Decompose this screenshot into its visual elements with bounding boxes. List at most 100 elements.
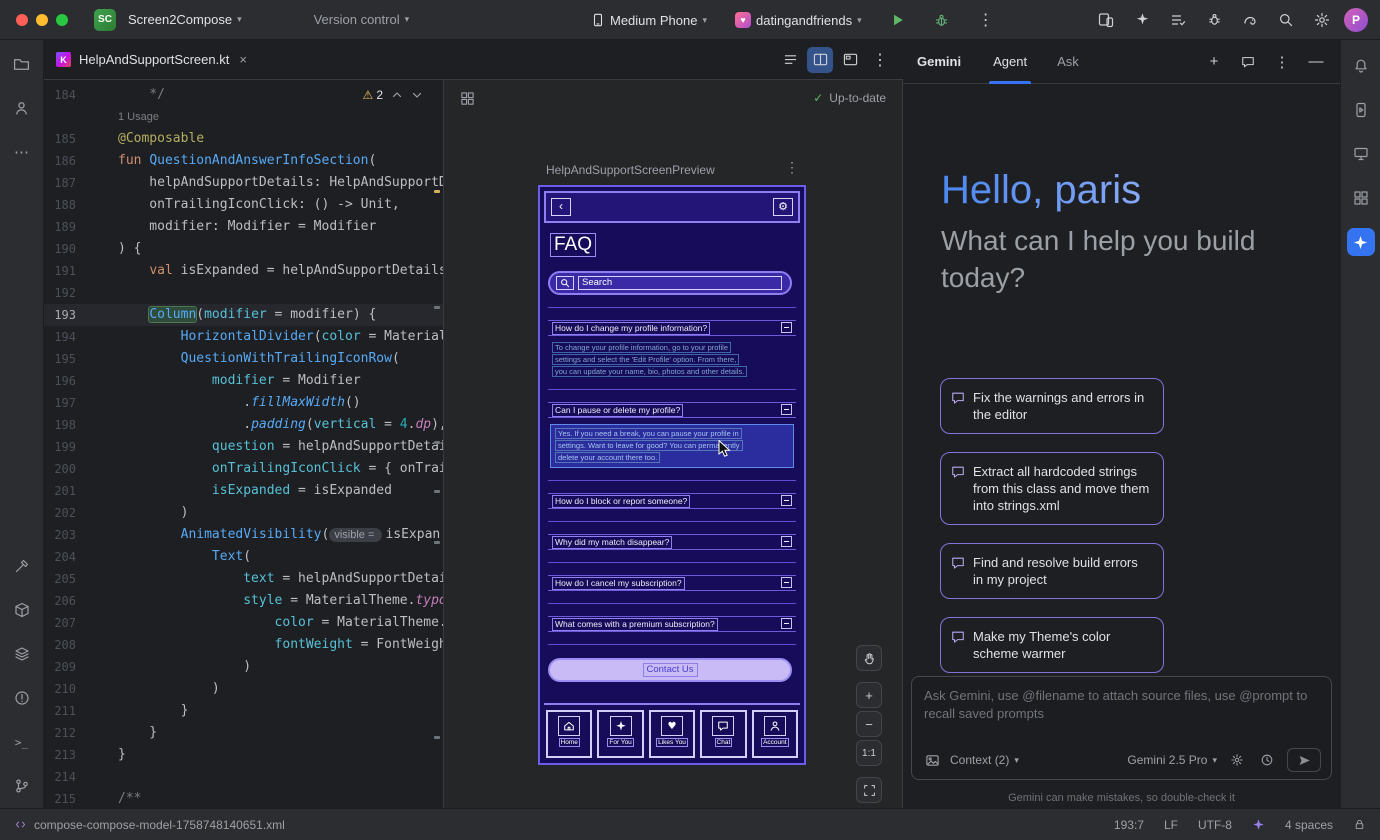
gradle-sync-icon[interactable] xyxy=(1236,6,1264,34)
suggestion-text: Fix the warnings and errors in the edito… xyxy=(973,389,1151,423)
run-config-selector[interactable]: ♥ datingandfriends ▾ xyxy=(729,8,868,32)
next-issue-button[interactable] xyxy=(411,89,423,101)
chat-history-icon[interactable] xyxy=(1238,52,1258,72)
close-window-button[interactable] xyxy=(16,14,28,26)
layers-tool-icon[interactable] xyxy=(8,640,36,668)
nav-item-for-you: For You xyxy=(597,710,643,758)
code-line: 194 HorizontalDivider(color = Material xyxy=(44,326,443,348)
preview-grid-toggle-icon[interactable] xyxy=(460,91,475,106)
design-view-toggle[interactable] xyxy=(837,47,863,73)
faq-title: FAQ xyxy=(550,233,596,257)
file-encoding[interactable]: UTF-8 xyxy=(1198,818,1232,832)
gemini-tool-icon[interactable] xyxy=(1347,228,1375,256)
caret-position[interactable]: 193:7 xyxy=(1114,818,1144,832)
version-control-tool-icon[interactable] xyxy=(8,772,36,800)
terminal-tool-icon[interactable]: >_ xyxy=(8,728,36,756)
statusbar-file[interactable]: compose-compose-model-1758748140651.xml xyxy=(14,818,285,832)
faq-search-bar: Search xyxy=(548,271,792,295)
nav-item-label: For You xyxy=(607,738,633,747)
commit-tool-icon[interactable] xyxy=(8,94,36,122)
tab-ask[interactable]: Ask xyxy=(1057,40,1079,84)
more-run-actions-button[interactable]: ⋮ xyxy=(972,6,1000,34)
code-editor[interactable]: 184 */1 Usage185@Composable186fun Questi… xyxy=(44,80,443,808)
faq-answer-line: settings and select the 'Edit Profile' o… xyxy=(552,354,739,365)
notifications-icon[interactable] xyxy=(1347,52,1375,80)
usages-inlay-hint[interactable]: 1 Usage xyxy=(118,111,159,123)
prompt-settings-icon[interactable] xyxy=(1227,750,1247,770)
suggestion-text: Find and resolve build errors in my proj… xyxy=(973,554,1151,588)
lock-icon[interactable] xyxy=(1353,818,1366,831)
new-chat-icon[interactable]: + xyxy=(1204,52,1224,72)
project-tool-icon[interactable] xyxy=(8,50,36,78)
pan-hand-button[interactable] xyxy=(856,645,882,671)
suggestion-card-3[interactable]: Find and resolve build errors in my proj… xyxy=(940,543,1164,599)
close-tab-icon[interactable]: × xyxy=(239,52,247,67)
task-list-icon[interactable] xyxy=(1164,6,1192,34)
preview-toolbar: ✓ Up-to-date xyxy=(444,80,902,116)
chevron-down-icon: ▾ xyxy=(405,14,410,25)
more-tools-icon[interactable]: ⋯ xyxy=(8,138,36,166)
code-line: 1 Usage xyxy=(44,106,443,128)
zoom-window-button[interactable] xyxy=(56,14,68,26)
code-line: 201 isExpanded = isExpanded xyxy=(44,480,443,502)
code-view-toggle[interactable] xyxy=(777,47,803,73)
zoom-in-button[interactable]: + xyxy=(856,682,882,708)
suggestion-card-1[interactable]: Fix the warnings and errors in the edito… xyxy=(940,378,1164,434)
faq-question-text: Can I pause or delete my profile? xyxy=(552,404,683,417)
history-icon[interactable] xyxy=(1257,750,1277,770)
project-selector[interactable]: Screen2Compose ▾ xyxy=(122,8,248,31)
wireframe-divider xyxy=(548,389,796,390)
code-line: 185@Composable xyxy=(44,128,443,150)
phone-preview-wireframe[interactable]: ‹ ⚙ FAQ Search How do I change my profil… xyxy=(538,185,806,765)
chat-prompt-icon xyxy=(951,630,965,662)
device-selector[interactable]: Medium Phone ▾ xyxy=(585,9,713,32)
run-button[interactable] xyxy=(884,6,912,34)
resource-manager-icon[interactable] xyxy=(1347,184,1375,212)
split-view-toggle[interactable] xyxy=(807,47,833,73)
search-icon[interactable] xyxy=(1272,6,1300,34)
expand-toggle-box xyxy=(781,404,792,415)
prev-issue-button[interactable] xyxy=(391,89,403,101)
minimize-window-button[interactable] xyxy=(36,14,48,26)
tab-options-kebab[interactable]: ⋮ xyxy=(867,47,893,73)
debug-button[interactable] xyxy=(928,6,956,34)
ai-assist-icon[interactable] xyxy=(1128,6,1156,34)
device-explorer-icon[interactable] xyxy=(8,596,36,624)
device-manager-icon[interactable] xyxy=(1347,140,1375,168)
settings-icon[interactable] xyxy=(1308,6,1336,34)
app-insights-bug-icon[interactable] xyxy=(1200,6,1228,34)
zoom-out-button[interactable]: − xyxy=(856,711,882,737)
indent-status[interactable]: 4 spaces xyxy=(1285,818,1333,832)
suggestion-card-4[interactable]: Make my Theme's color scheme warmer xyxy=(940,617,1164,673)
more-options-kebab[interactable]: ⋮ xyxy=(1272,52,1292,72)
suggestion-card-2[interactable]: Extract all hardcoded strings from this … xyxy=(940,452,1164,525)
zoom-actual-size-button[interactable]: 1:1 xyxy=(856,740,882,766)
device-mirroring-icon[interactable] xyxy=(1092,6,1120,34)
problems-tool-icon[interactable] xyxy=(8,684,36,712)
code-line: 214 xyxy=(44,766,443,788)
nav-item-chat: Chat xyxy=(700,710,746,758)
faq-question-text: How do I change my profile information? xyxy=(552,322,710,335)
tab-agent[interactable]: Agent xyxy=(993,40,1027,84)
user-avatar[interactable]: P xyxy=(1344,8,1368,32)
preview-options-kebab[interactable]: ⋮ xyxy=(782,159,802,176)
line-separator[interactable]: LF xyxy=(1164,818,1178,832)
line-number: 186 xyxy=(44,150,118,172)
send-button[interactable] xyxy=(1287,748,1321,772)
model-selector[interactable]: Gemini 2.5 Pro ▾ xyxy=(1127,753,1217,767)
editor-tab[interactable]: K HelpAndSupportScreen.kt × xyxy=(44,40,259,80)
preview-build-status[interactable]: ✓ Up-to-date xyxy=(813,91,886,105)
gemini-status-icon[interactable] xyxy=(1252,818,1265,831)
warnings-chip[interactable]: ⚠ 2 xyxy=(363,88,383,102)
faq-answer-line: delete your account there too. xyxy=(555,452,660,463)
prompt-input[interactable] xyxy=(924,687,1319,743)
version-control-selector[interactable]: Version control ▾ xyxy=(308,8,416,31)
build-tool-icon[interactable] xyxy=(8,552,36,580)
code-line: 186fun QuestionAndAnswerInfoSection( xyxy=(44,150,443,172)
context-selector[interactable]: Context (2) ▾ xyxy=(950,753,1019,767)
attach-image-icon[interactable] xyxy=(922,750,942,770)
nav-item-label: Account xyxy=(761,738,789,747)
zoom-to-fit-button[interactable] xyxy=(856,777,882,803)
hide-panel-icon[interactable]: — xyxy=(1306,52,1326,72)
running-devices-icon[interactable] xyxy=(1347,96,1375,124)
